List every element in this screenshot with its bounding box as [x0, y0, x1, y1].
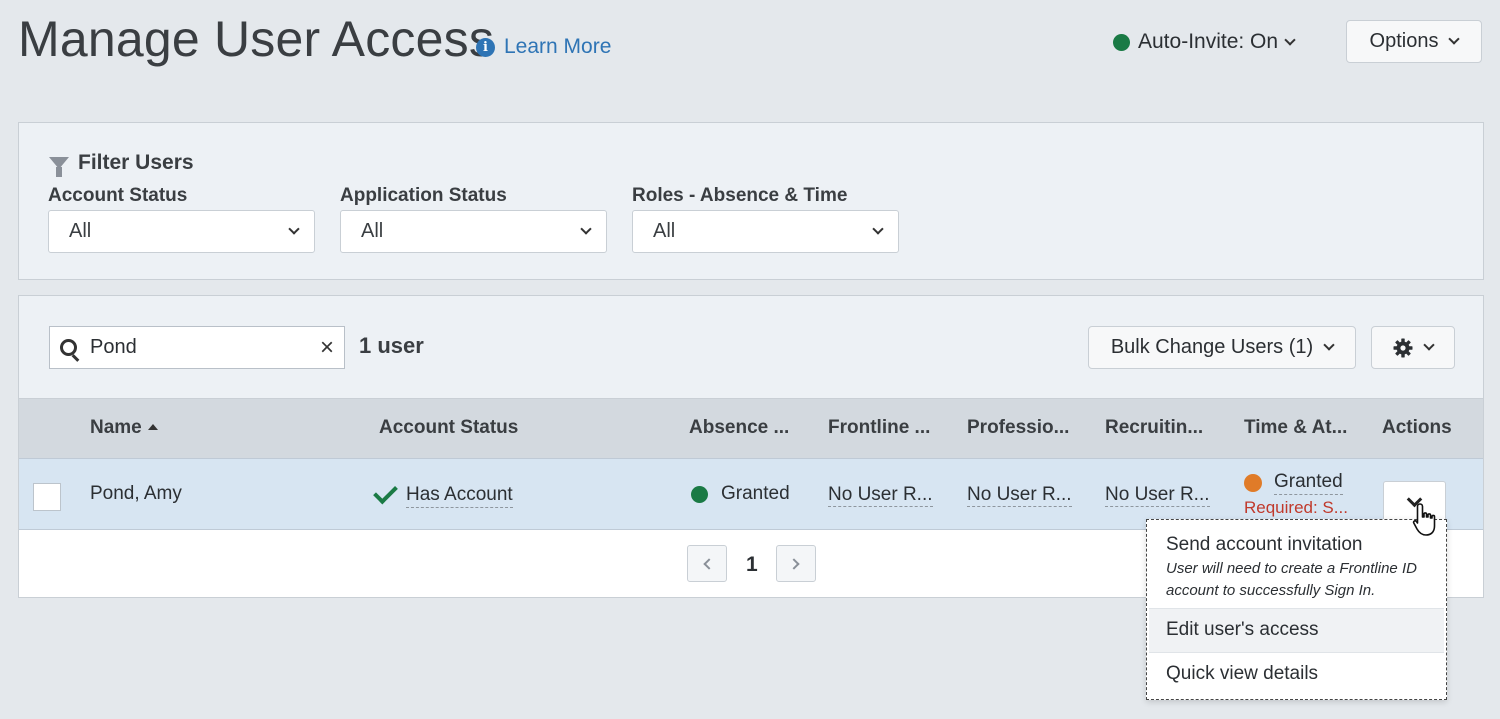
column-header-actions: Actions [1382, 417, 1452, 438]
granted-status-icon [691, 485, 708, 503]
column-header-recruiting[interactable]: Recruitin... [1105, 417, 1203, 439]
recruiting-value[interactable]: No User R... [1105, 484, 1210, 507]
filter-account-status: Account Status All [48, 185, 315, 253]
info-icon: i [476, 37, 495, 57]
auto-invite-dropdown[interactable]: Auto-Invite: On [1113, 30, 1296, 54]
chevron-left-icon [703, 557, 715, 570]
menu-item-description: User will need to create a Frontline ID … [1166, 560, 1417, 599]
next-page-button[interactable] [776, 545, 816, 582]
time-attendance-cell: Granted Required: S... [1244, 471, 1348, 518]
frontline-value[interactable]: No User R... [828, 484, 933, 507]
menu-item-label: Quick view details [1166, 663, 1319, 684]
options-label: Options [1369, 30, 1439, 52]
select-value: All [361, 220, 384, 242]
clear-icon[interactable]: × [320, 335, 334, 360]
column-header-time-attendance[interactable]: Time & At... [1244, 417, 1347, 439]
roles-absence-time-select[interactable]: All [632, 210, 899, 253]
chevron-down-icon [1323, 339, 1335, 351]
user-name[interactable]: Pond, Amy [90, 483, 182, 505]
current-page-number: 1 [746, 553, 758, 576]
filter-title-label: Filter Users [78, 151, 194, 174]
column-settings-button[interactable] [1371, 326, 1455, 369]
menu-item-send-invitation[interactable]: Send account invitation User will need t… [1149, 534, 1444, 602]
chevron-down-icon [1448, 33, 1461, 45]
time-attendance-value[interactable]: Granted [1274, 471, 1343, 495]
filter-label: Application Status [340, 185, 507, 206]
search-input[interactable] [90, 336, 300, 359]
learn-more-label: Learn More [504, 35, 612, 58]
application-status-select[interactable]: All [340, 210, 607, 253]
column-label: Name [90, 417, 142, 438]
account-status-cell: Has Account [373, 479, 513, 508]
table-header: Name Account Status Absence ... Frontlin… [19, 398, 1483, 458]
frontline-cell: No User R... [828, 484, 933, 507]
menu-item-quick-view[interactable]: Quick view details [1149, 653, 1444, 696]
account-status-value[interactable]: Has Account [406, 484, 513, 508]
search-icon [60, 339, 77, 356]
professional-cell: No User R... [967, 484, 1072, 507]
status-dot-icon [1113, 33, 1130, 51]
chevron-down-icon [1284, 33, 1296, 46]
bulk-change-button[interactable]: Bulk Change Users (1) [1088, 326, 1356, 369]
filter-label: Roles - Absence & Time [632, 185, 848, 206]
chevron-down-icon [1423, 339, 1435, 351]
filter-label: Account Status [48, 185, 188, 206]
recruiting-cell: No User R... [1105, 484, 1210, 507]
required-note: Required: S... [1244, 498, 1348, 517]
filter-application-status: Application Status All [340, 185, 607, 253]
row-select-checkbox[interactable] [33, 483, 61, 511]
pending-status-icon [1244, 474, 1262, 492]
check-icon [373, 479, 398, 505]
column-header-professional[interactable]: Professio... [967, 417, 1069, 439]
gear-icon [1393, 338, 1413, 357]
prev-page-button[interactable] [687, 545, 727, 582]
row-actions-menu: Send account invitation User will need t… [1146, 519, 1447, 700]
hand-cursor-icon [1412, 503, 1436, 536]
absence-cell: Granted [691, 483, 790, 505]
filter-panel: Filter Users Account Status All Applicat… [18, 122, 1484, 280]
select-value: All [69, 220, 92, 242]
sort-ascending-icon [147, 424, 158, 430]
menu-item-label: Edit user's access [1166, 619, 1319, 640]
account-status-select[interactable]: All [48, 210, 315, 253]
options-button[interactable]: Options [1346, 20, 1482, 63]
absence-value: Granted [721, 483, 790, 504]
filter-roles-absence-time: Roles - Absence & Time All [632, 185, 899, 253]
chevron-right-icon [788, 557, 800, 570]
page-title: Manage User Access [18, 11, 495, 67]
menu-item-edit-access[interactable]: Edit user's access [1149, 609, 1444, 652]
column-header-name[interactable]: Name [90, 417, 158, 439]
chevron-down-icon [288, 223, 300, 235]
user-count: 1 user [359, 333, 424, 358]
filter-title: Filter Users [49, 151, 194, 177]
learn-more-link[interactable]: i Learn More [476, 35, 611, 59]
auto-invite-label: Auto-Invite: On [1138, 30, 1279, 53]
column-header-frontline[interactable]: Frontline ... [828, 417, 930, 439]
search-box: × [49, 326, 345, 369]
select-value: All [653, 220, 676, 242]
menu-item-label: Send account invitation [1166, 534, 1363, 555]
chevron-down-icon [580, 223, 592, 235]
column-header-account-status[interactable]: Account Status [379, 417, 518, 439]
column-header-absence[interactable]: Absence ... [689, 417, 789, 439]
bulk-change-label: Bulk Change Users (1) [1110, 336, 1314, 358]
filter-funnel-icon [49, 157, 69, 177]
chevron-down-icon [872, 223, 884, 235]
professional-value[interactable]: No User R... [967, 484, 1072, 507]
